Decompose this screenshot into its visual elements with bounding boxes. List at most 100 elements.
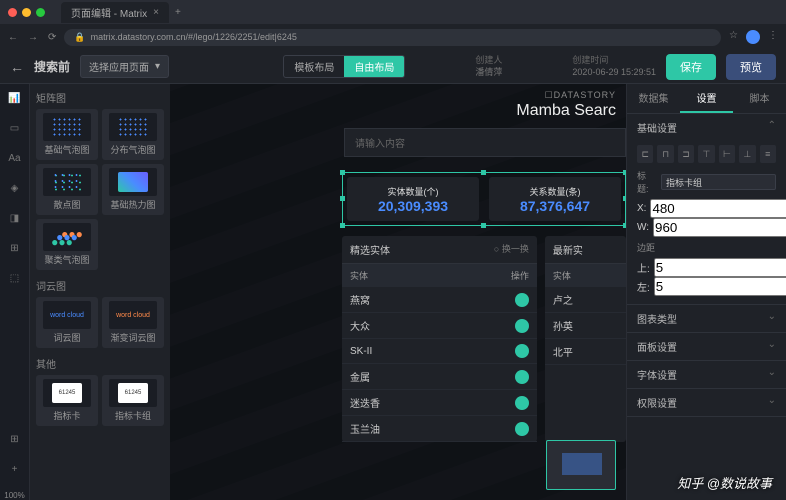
palette-item-bubble[interactable]: 基础气泡图 bbox=[36, 109, 98, 160]
table-row[interactable]: 大众 bbox=[342, 313, 537, 339]
table-row[interactable]: 玉兰油 bbox=[342, 416, 537, 442]
section-perm[interactable]: 权限设置⌄ bbox=[627, 389, 786, 416]
nav-reload-icon[interactable]: ⟳ bbox=[48, 32, 56, 43]
table-row[interactable]: SK-II bbox=[342, 339, 537, 364]
tab-bar: 页面编辑 - Matrix × + bbox=[0, 0, 786, 24]
featured-panel: 精选实体○ 换一换 实体操作 燕窝大众SK-II金属迷迭香玉兰油 bbox=[342, 236, 537, 442]
margin-top-input[interactable] bbox=[654, 258, 786, 277]
palette-item-heatmap[interactable]: 基础热力图 bbox=[102, 164, 164, 215]
layers-icon[interactable]: ◈ bbox=[7, 180, 23, 196]
layout-template-button[interactable]: 模板布局 bbox=[284, 56, 344, 77]
align-bottom-icon[interactable]: ⊥ bbox=[739, 145, 755, 163]
nav-back-icon[interactable]: ← bbox=[8, 32, 18, 43]
section-basic[interactable]: 基础设置⌃ bbox=[627, 114, 786, 141]
section-font[interactable]: 字体设置⌄ bbox=[627, 361, 786, 388]
resize-handle[interactable] bbox=[340, 223, 345, 228]
selected-element[interactable]: 实体数量(个) 20,309,393 关系数量(条) 87,376,647 bbox=[342, 172, 626, 226]
minimize-icon[interactable] bbox=[22, 8, 31, 17]
align-center-icon[interactable]: ⊓ bbox=[657, 145, 673, 163]
new-tab-icon[interactable]: + bbox=[175, 7, 181, 18]
resize-handle[interactable] bbox=[481, 223, 486, 228]
lock-icon: 🔒 bbox=[74, 32, 85, 43]
metric-card: 关系数量(条) 87,376,647 bbox=[489, 177, 621, 221]
preview-thumbnail[interactable] bbox=[546, 440, 616, 490]
tab-dataset[interactable]: 数据集 bbox=[627, 84, 680, 113]
meta-time: 创建时间 2020-06-29 15:29:51 bbox=[572, 55, 656, 78]
w-input[interactable] bbox=[653, 218, 786, 237]
title-input[interactable] bbox=[661, 174, 776, 190]
back-button[interactable]: ← bbox=[10, 59, 24, 75]
x-input[interactable] bbox=[650, 199, 786, 218]
save-button[interactable]: 保存 bbox=[666, 54, 716, 80]
table-row[interactable]: 孙英 bbox=[545, 313, 626, 339]
palette-item-dist-bubble[interactable]: 分布气泡图 bbox=[102, 109, 164, 160]
brand-label: ☐DATASTORY bbox=[545, 90, 616, 101]
action-icon[interactable] bbox=[515, 370, 529, 384]
add-icon[interactable]: + bbox=[7, 461, 23, 477]
tab-script[interactable]: 脚本 bbox=[733, 84, 786, 113]
palette-item-cluster[interactable]: 聚类气泡图 bbox=[36, 219, 98, 270]
latest-panel: 最新实 实体 卢之孙英北平 bbox=[545, 236, 626, 442]
profile-icon[interactable] bbox=[746, 30, 760, 44]
table-row[interactable]: 燕窝 bbox=[342, 287, 537, 313]
resize-handle[interactable] bbox=[623, 196, 626, 201]
chart-icon[interactable]: 📊 bbox=[7, 90, 23, 106]
preview-button[interactable]: 预览 bbox=[726, 54, 776, 80]
align-left-icon[interactable]: ⊏ bbox=[637, 145, 653, 163]
align-middle-icon[interactable]: ⊢ bbox=[719, 145, 735, 163]
canvas[interactable]: ☐DATASTORY Mamba Searc 请输入内容 实体数量(个) 20,… bbox=[170, 84, 626, 500]
action-icon[interactable] bbox=[515, 344, 529, 358]
refresh-link[interactable]: ○ 换一换 bbox=[494, 242, 529, 257]
table-row[interactable]: 金属 bbox=[342, 364, 537, 390]
palette-item-wordcloud[interactable]: word cloud词云图 bbox=[36, 297, 98, 348]
close-icon[interactable] bbox=[8, 8, 17, 17]
resize-handle[interactable] bbox=[340, 196, 345, 201]
url-text: matrix.datastory.com.cn/#/lego/1226/2251… bbox=[91, 32, 297, 42]
palette-item-grad-wordcloud[interactable]: word cloud渐变词云图 bbox=[102, 297, 164, 348]
zoom-level[interactable]: 100% bbox=[4, 491, 24, 500]
action-icon[interactable] bbox=[515, 319, 529, 333]
tab-close-icon[interactable]: × bbox=[153, 7, 159, 18]
page-title: 搜索前 bbox=[34, 58, 70, 75]
resize-handle[interactable] bbox=[340, 170, 345, 175]
canvas-title: Mamba Searc bbox=[516, 102, 616, 120]
action-icon[interactable] bbox=[515, 293, 529, 307]
palette-section-word: 词云图 bbox=[36, 278, 164, 293]
maximize-icon[interactable] bbox=[36, 8, 45, 17]
tab-settings[interactable]: 设置 bbox=[680, 84, 733, 113]
grid-icon[interactable]: ⊞ bbox=[7, 431, 23, 447]
palette-item-metric-group[interactable]: 61245指标卡组 bbox=[102, 375, 164, 426]
align-top-icon[interactable]: ⊤ bbox=[698, 145, 714, 163]
app-header: ← 搜索前 选择应用页面 ▾ 模板布局 自由布局 创建人 潘倩萍 创建时间 20… bbox=[0, 50, 786, 84]
action-icon[interactable] bbox=[515, 422, 529, 436]
palette-item-scatter[interactable]: 散点图 bbox=[36, 164, 98, 215]
resize-handle[interactable] bbox=[623, 223, 626, 228]
distribute-h-icon[interactable]: ≡ bbox=[760, 145, 776, 163]
address-bar[interactable]: 🔒 matrix.datastory.com.cn/#/lego/1226/22… bbox=[64, 29, 721, 46]
table-row[interactable]: 卢之 bbox=[545, 287, 626, 313]
table-row[interactable]: 北平 bbox=[545, 339, 626, 365]
table-row[interactable]: 迷迭香 bbox=[342, 390, 537, 416]
addr-actions: ☆ ⋮ bbox=[729, 30, 778, 44]
browser-tab[interactable]: 页面编辑 - Matrix × bbox=[61, 2, 169, 23]
palette-item-metric[interactable]: 61245指标卡 bbox=[36, 375, 98, 426]
nav-forward-icon[interactable]: → bbox=[28, 32, 38, 43]
align-right-icon[interactable]: ⊐ bbox=[678, 145, 694, 163]
action-icon[interactable] bbox=[515, 396, 529, 410]
page-select[interactable]: 选择应用页面 ▾ bbox=[80, 55, 169, 78]
text-icon[interactable]: Aa bbox=[7, 150, 23, 166]
menu-icon[interactable]: ⋮ bbox=[768, 30, 778, 44]
section-panel[interactable]: 面板设置⌄ bbox=[627, 333, 786, 360]
section-chart-type[interactable]: 图表类型⌄ bbox=[627, 305, 786, 332]
star-icon[interactable]: ☆ bbox=[729, 30, 738, 44]
component-icon[interactable]: ⬚ bbox=[7, 270, 23, 286]
search-input[interactable]: 请输入内容 bbox=[344, 128, 626, 157]
cube-icon[interactable]: ◨ bbox=[7, 210, 23, 226]
layout-free-button[interactable]: 自由布局 bbox=[344, 56, 404, 77]
resize-handle[interactable] bbox=[623, 170, 626, 175]
margin-left-input[interactable] bbox=[654, 277, 786, 296]
image-icon[interactable]: ▭ bbox=[7, 120, 23, 136]
resize-handle[interactable] bbox=[481, 170, 486, 175]
dashboard-icon[interactable]: ⊞ bbox=[7, 240, 23, 256]
address-bar-row: ← → ⟳ 🔒 matrix.datastory.com.cn/#/lego/1… bbox=[0, 24, 786, 50]
